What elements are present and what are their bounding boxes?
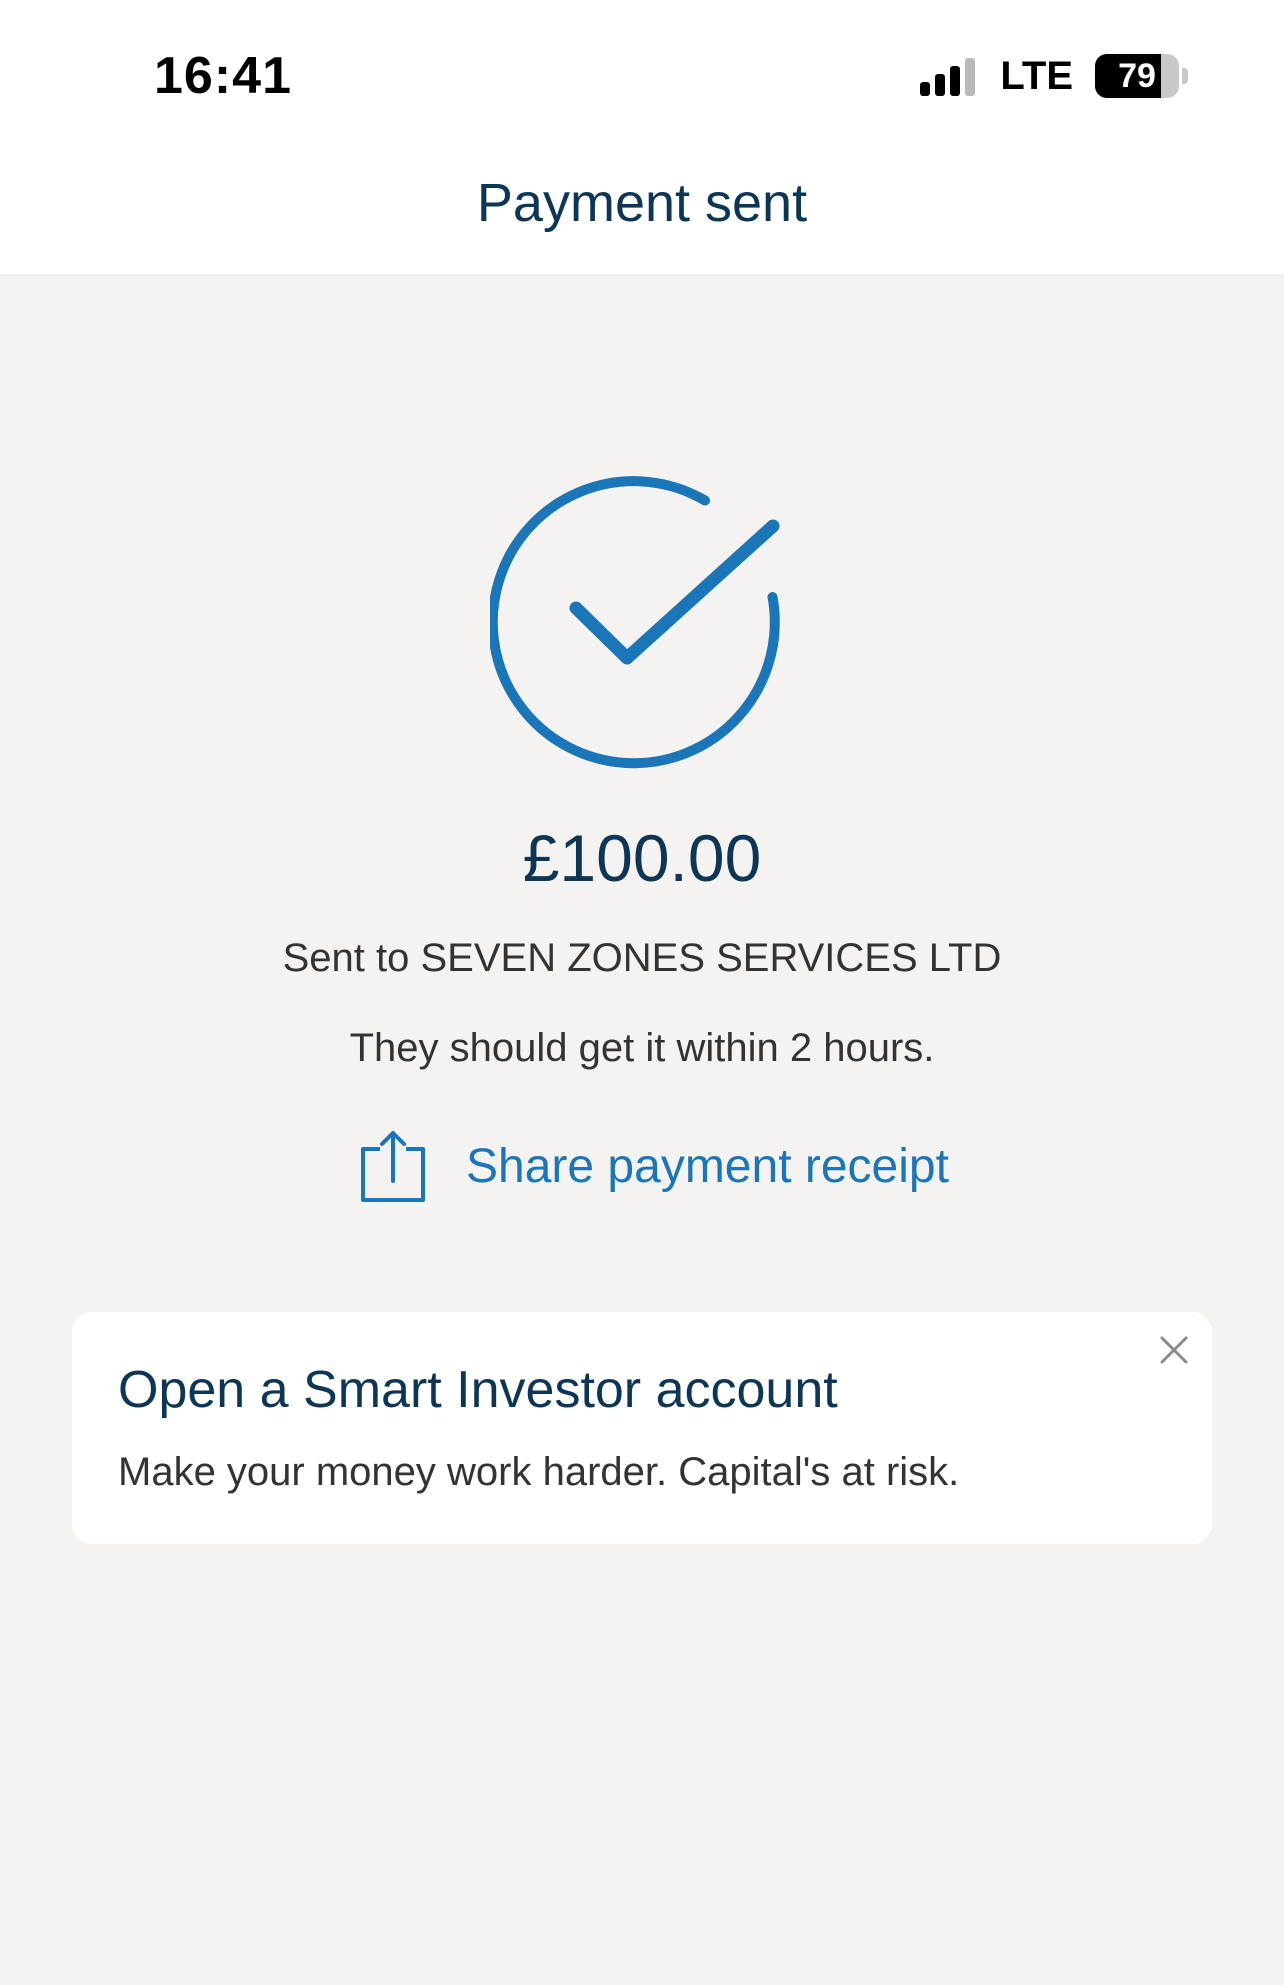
- status-bar: 16:41 LTE 79: [0, 0, 1284, 150]
- share-receipt-label: Share payment receipt: [466, 1139, 949, 1193]
- battery-icon: 79: [1095, 54, 1179, 98]
- promo-title: Open a Smart Investor account: [118, 1361, 838, 1419]
- status-time: 16:41: [154, 47, 292, 105]
- status-indicators: LTE 79: [920, 52, 1188, 100]
- battery-level: 79: [1118, 57, 1156, 95]
- page-header: Payment sent: [0, 150, 1284, 274]
- signal-strength-icon: [920, 56, 980, 96]
- smart-investor-promo-card[interactable]: Open a Smart Investor account Make your …: [72, 1312, 1212, 1544]
- close-icon[interactable]: [1154, 1330, 1194, 1370]
- delivery-time-text: They should get it within 2 hours.: [349, 1026, 935, 1070]
- check-circle-icon: [490, 476, 780, 769]
- share-icon: [361, 1131, 425, 1202]
- promo-text: Make your money work harder. Capital's a…: [118, 1450, 960, 1494]
- payment-amount: £100.00: [522, 821, 762, 895]
- battery-tip: [1182, 68, 1188, 84]
- share-receipt-link[interactable]: Share payment receipt: [360, 1126, 949, 1206]
- network-type: LTE: [1000, 53, 1073, 98]
- page-title: Payment sent: [476, 173, 808, 233]
- recipient-text: Sent to SEVEN ZONES SERVICES LTD: [282, 936, 1002, 980]
